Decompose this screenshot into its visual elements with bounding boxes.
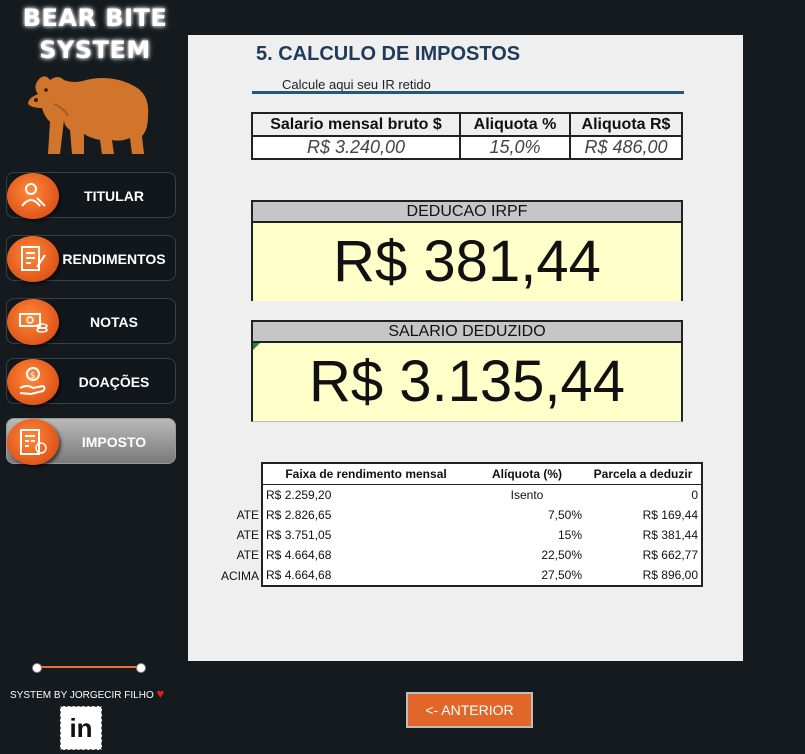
heart-icon: ♥ [156, 686, 165, 701]
row-aliquota: Isento [469, 484, 586, 505]
aliquota-rs-cell: R$ 486,00 [569, 135, 683, 160]
summary-table: Salario mensal bruto $ Aliquota % Aliquo… [251, 112, 683, 160]
brand-line-2: SYSTEM [39, 36, 151, 64]
table-row: ATE R$ 2.826,65 7,50% R$ 169,44 [218, 505, 704, 525]
svg-text:$: $ [30, 371, 36, 381]
nav-label: TITULAR [84, 188, 144, 204]
header-aliquota-pct: Aliquota % [459, 112, 571, 137]
row-prefix: ATE [236, 528, 260, 542]
row-faixa: R$ 4.664,68 [261, 565, 470, 587]
row-parcela: R$ 662,77 [585, 545, 704, 565]
page-title: 5. CALCULO DE IMPOSTOS [256, 43, 521, 65]
row-aliquota: 27,50% [469, 565, 586, 587]
row-parcela: R$ 896,00 [585, 565, 704, 587]
divider [36, 666, 140, 668]
header-aliquota-rs: Aliquota R$ [569, 112, 683, 137]
nav-doacoes[interactable]: $ DOAÇÕES [6, 358, 176, 405]
credit-label: SYSTEM BY JORGECIR FILHO [10, 690, 154, 701]
nav-label: RENDIMENTOS [62, 251, 166, 267]
faixas-table: Faixa de rendimento mensal Alíquota (%) … [218, 462, 704, 587]
credit-text: SYSTEM BY JORGECIR FILHO ♥ [10, 686, 164, 701]
title-underline [252, 91, 684, 94]
row-prefix: ACIMA [221, 568, 260, 583]
nav-rendimentos[interactable]: RENDIMENTOS [6, 235, 176, 282]
user-contract-icon [7, 173, 59, 219]
salario-deduzido-text: R$ 3.135,44 [308, 349, 626, 414]
row-aliquota: 15% [469, 525, 586, 545]
header-salario: Salario mensal bruto $ [251, 112, 461, 137]
parcela-header: Parcela a deduzir [585, 462, 704, 485]
bear-logo-icon [28, 76, 149, 154]
row-parcela: R$ 381,44 [585, 525, 704, 545]
salario-deduzido-value: R$ 3.135,44 [253, 343, 681, 421]
faixa-header: Faixa de rendimento mensal [261, 462, 470, 485]
aliquota-header: Alíquota (%) [469, 462, 586, 485]
deducao-value: R$ 381,44 [253, 223, 681, 301]
document-edit-icon [7, 236, 59, 282]
table-row: ACIMA R$ 4.664,68 27,50% R$ 896,00 [218, 565, 704, 587]
divider-dot [32, 663, 42, 673]
nav-notas[interactable]: NOTAS [6, 298, 176, 345]
brand-title: BEAR BITE SYSTEM [0, 0, 190, 66]
cell-comment-marker [253, 343, 260, 350]
nav-label: NOTAS [90, 314, 138, 330]
deducao-box: DEDUCAO IRPF R$ 381,44 [251, 200, 683, 301]
page-subtitle: Calcule aqui seu IR retido [282, 77, 431, 92]
anterior-button[interactable]: <- ANTERIOR [406, 692, 533, 728]
row-faixa: R$ 3.751,05 [261, 525, 470, 545]
brand-line-1: BEAR BITE [22, 4, 168, 32]
faixas-table-wrap: Faixa de rendimento mensal Alíquota (%) … [218, 462, 704, 587]
prefix-header [218, 463, 262, 485]
main-panel: 5. CALCULO DE IMPOSTOS Calcule aqui seu … [188, 35, 743, 661]
linkedin-icon[interactable]: in [60, 706, 102, 750]
hand-coin-icon: $ [7, 359, 59, 405]
table-row: R$ 2.259,20 Isento 0 [218, 484, 704, 506]
row-faixa: R$ 2.259,20 [261, 484, 470, 505]
divider-dot [136, 663, 146, 673]
deducao-label: DEDUCAO IRPF [253, 202, 681, 223]
nav-label: IMPOSTO [81, 434, 147, 450]
nav-titular[interactable]: TITULAR [6, 172, 176, 219]
row-parcela: R$ 169,44 [585, 505, 704, 525]
row-prefix: ATE [236, 508, 260, 522]
table-row: ATE R$ 4.664,68 22,50% R$ 662,77 [218, 545, 704, 565]
row-aliquota: 22,50% [469, 545, 586, 565]
nav-label: DOAÇÕES [78, 374, 150, 390]
salario-deduzido-box: SALARIO DEDUZIDO R$ 3.135,44 [251, 320, 683, 422]
salario-bruto-cell[interactable]: R$ 3.240,00 [251, 135, 461, 160]
nav-imposto[interactable]: IMPOSTO [6, 418, 176, 465]
row-faixa: R$ 2.826,65 [261, 505, 470, 525]
row-aliquota: 7,50% [469, 505, 586, 525]
row-faixa: R$ 4.664,68 [261, 545, 470, 565]
row-prefix: ATE [236, 548, 260, 562]
calculator-icon [7, 419, 59, 465]
money-coins-icon [7, 299, 59, 345]
row-prefix [218, 485, 262, 506]
table-row: ATE R$ 3.751,05 15% R$ 381,44 [218, 525, 704, 545]
row-parcela: 0 [585, 484, 704, 505]
aliquota-pct-cell: 15,0% [459, 135, 571, 160]
salario-deduzido-label: SALARIO DEDUZIDO [253, 322, 681, 343]
